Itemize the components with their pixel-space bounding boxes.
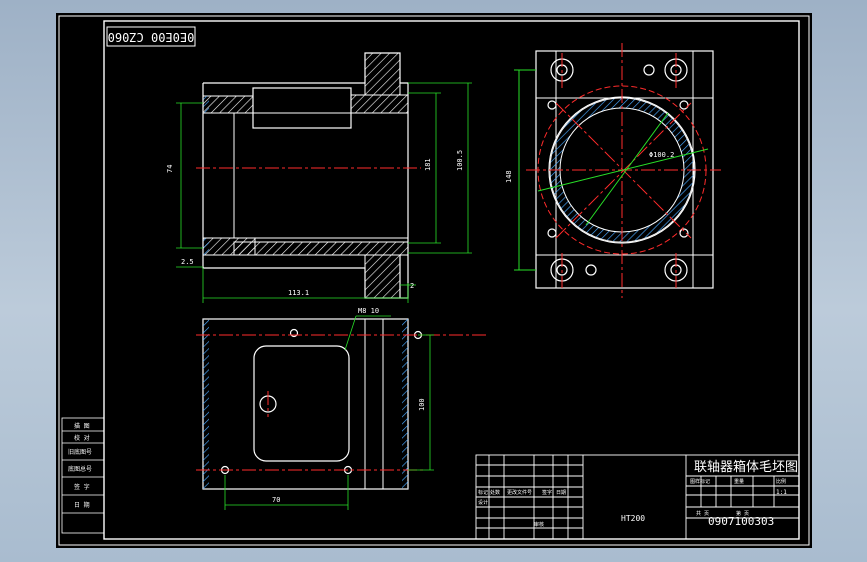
svg-text:签字: 签字	[542, 489, 552, 496]
dim-outer-dia: 181	[424, 158, 432, 171]
svg-text:比例: 比例	[776, 478, 786, 485]
svg-text:日期: 日期	[556, 490, 566, 496]
svg-text:底图总号: 底图总号	[68, 465, 92, 473]
svg-text:处数: 处数	[490, 489, 500, 496]
dim-right-step: 2	[410, 282, 414, 290]
end-view: Φ100.2 148	[505, 43, 721, 298]
dim-hole-spacing: 70	[272, 496, 280, 504]
svg-text:重量: 重量	[734, 478, 744, 485]
cad-viewport[interactable]: 0E0E00 CZ060 描 图 校 对 旧底图号 底图总号 签 字 日 期 7…	[56, 13, 812, 548]
drawing-title: 联轴器箱体毛坯图	[694, 459, 798, 475]
svg-text:日 期: 日 期	[74, 501, 90, 509]
material-label: HT200	[621, 514, 645, 523]
svg-text:共 页: 共 页	[696, 510, 709, 517]
dim-left-step: 2.5	[181, 258, 194, 266]
svg-text:签 字: 签 字	[74, 483, 90, 491]
dim-side-height: 100	[418, 398, 426, 411]
scale-value: 1:1	[776, 489, 787, 496]
left-side-labels: 描 图 校 对 旧底图号 底图总号 签 字 日 期	[68, 422, 92, 509]
svg-text:更改文件号: 更改文件号	[507, 489, 532, 496]
svg-text:描 图: 描 图	[74, 422, 90, 430]
front-section-view: 74 181 100.5 113.1 2.5 2	[166, 52, 472, 303]
top-view: 70 100 M8 10	[196, 307, 486, 510]
svg-text:标记: 标记	[478, 489, 488, 496]
dim-right-dia: 100.5	[456, 150, 464, 171]
svg-text:第 页: 第 页	[736, 510, 749, 517]
dim-bolt-circle: Φ100.2	[649, 151, 674, 159]
svg-text:图样标记: 图样标记	[690, 478, 710, 485]
dim-flange-dia: 148	[505, 170, 513, 183]
svg-text:校 对: 校 对	[74, 434, 90, 442]
dim-total-length: 113.1	[288, 289, 309, 297]
svg-text:旧底图号: 旧底图号	[68, 448, 92, 456]
drawing-canvas: 0E0E00 CZ060 描 图 校 对 旧底图号 底图总号 签 字 日 期 7…	[58, 15, 810, 546]
drawing-code-box: 0E0E00 CZ060	[106, 26, 196, 47]
drawing-code-text: 0E0E00 CZ060	[108, 30, 195, 44]
svg-text:审核: 审核	[534, 521, 544, 528]
dim-inner-dia: 74	[166, 165, 174, 173]
svg-text:设计: 设计	[478, 499, 488, 506]
dim-slot: M8 10	[358, 307, 379, 315]
